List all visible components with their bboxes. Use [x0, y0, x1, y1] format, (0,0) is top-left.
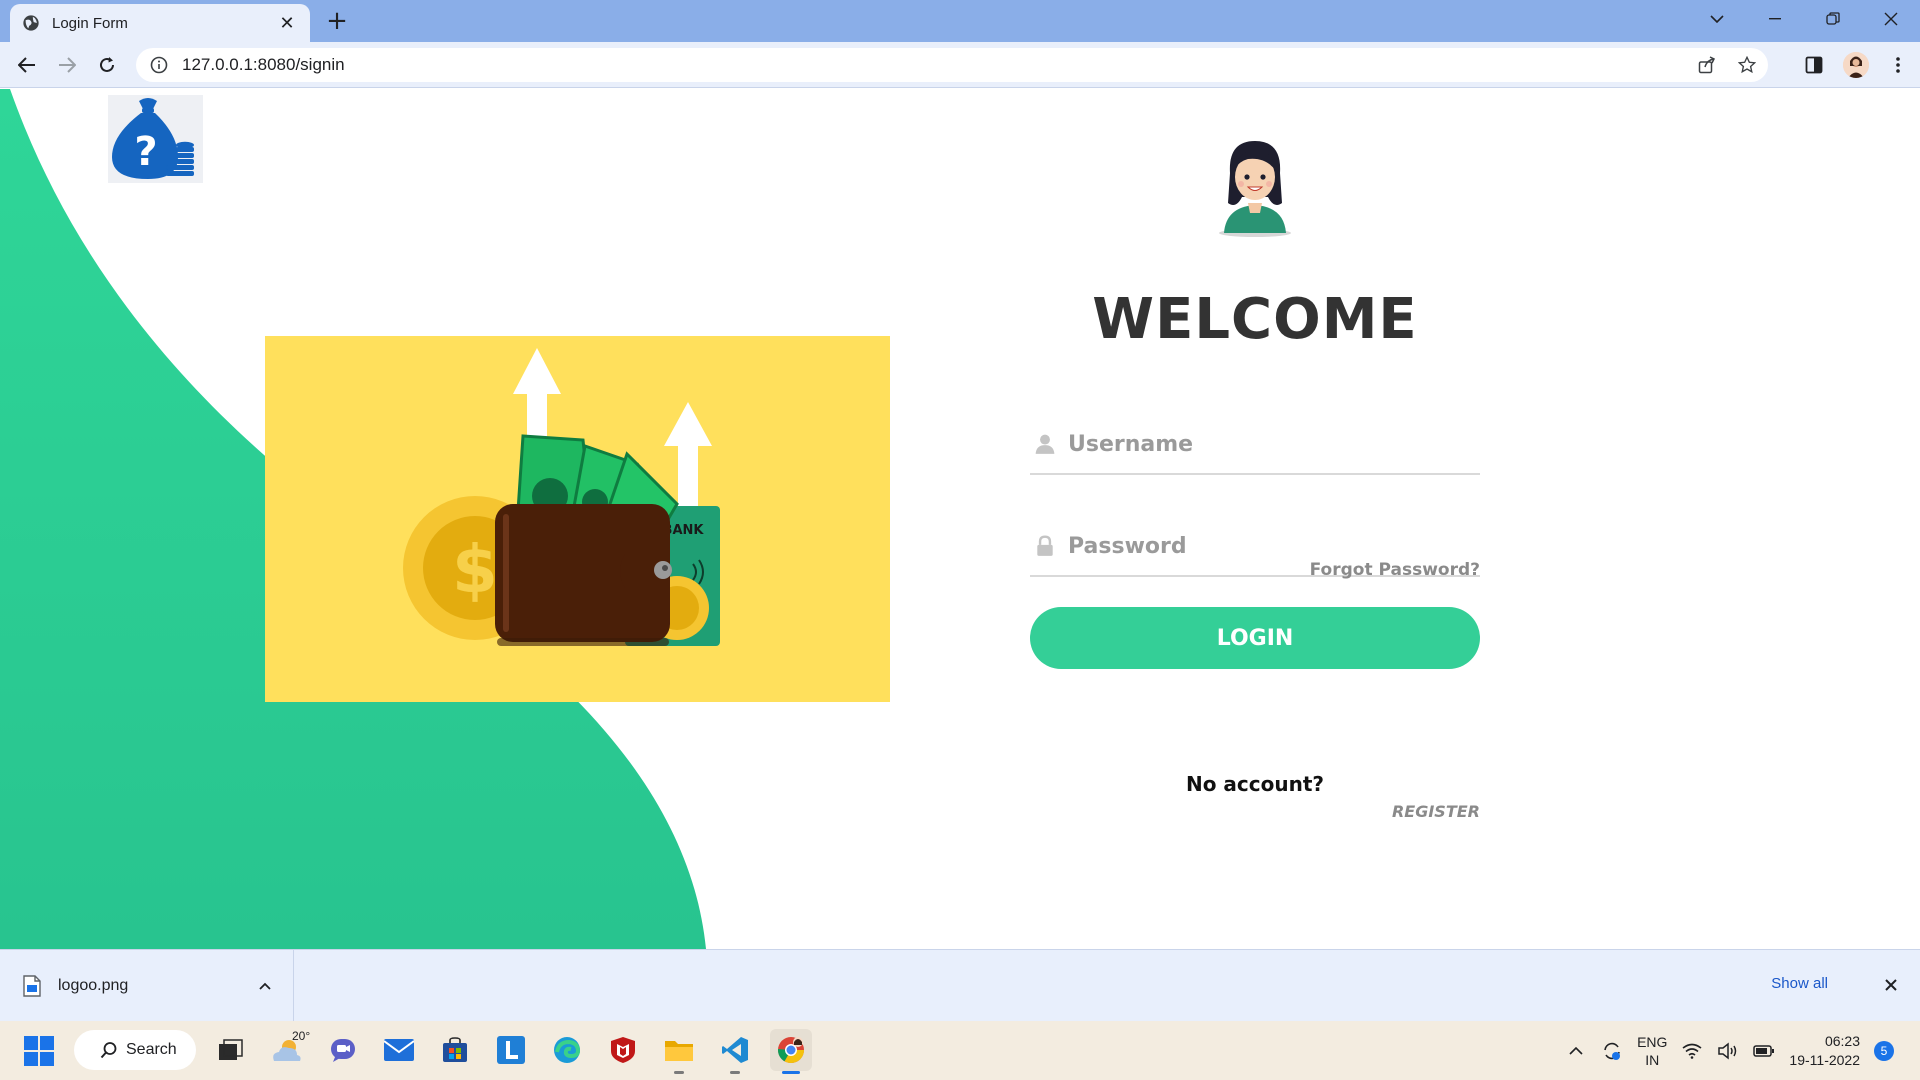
- microsoft-store-icon[interactable]: [434, 1029, 476, 1071]
- download-file-name: logoo.png: [58, 977, 129, 994]
- lens-app-icon[interactable]: [490, 1029, 532, 1071]
- profile-avatar[interactable]: [1842, 50, 1870, 80]
- password-input[interactable]: [1068, 533, 1448, 559]
- register-link[interactable]: REGISTER: [1392, 802, 1480, 821]
- back-arrow-icon: [18, 57, 35, 73]
- window-controls: [1688, 0, 1920, 38]
- mail-icon[interactable]: [378, 1029, 420, 1071]
- system-tray: ENG IN 06:23 19-11-2022 5: [1565, 1021, 1894, 1080]
- notification-badge[interactable]: 5: [1874, 1040, 1894, 1061]
- taskbar-apps: 20°: [210, 1029, 812, 1074]
- site-logo[interactable]: ?: [108, 95, 203, 183]
- windows-start-icon[interactable]: [24, 1036, 54, 1066]
- bookmark-star-icon[interactable]: [1736, 54, 1758, 76]
- restore-button[interactable]: [1804, 0, 1862, 38]
- no-account-text: No account?: [1185, 772, 1325, 796]
- weather-widget-icon[interactable]: 20°: [266, 1029, 311, 1071]
- chevron-up-icon[interactable]: [253, 974, 277, 998]
- search-label: Search: [126, 1041, 177, 1058]
- region-code: IN: [1645, 1051, 1660, 1068]
- new-tab-button[interactable]: +: [322, 6, 352, 36]
- svg-text:?: ?: [134, 129, 157, 175]
- forward-button[interactable]: [52, 50, 82, 80]
- username-field[interactable]: [1030, 415, 1480, 475]
- page-viewport: ? $ BANK WELCOME Username Forgot Passwor…: [0, 89, 1920, 949]
- volume-icon[interactable]: [1717, 1040, 1739, 1062]
- task-view-icon[interactable]: [210, 1029, 252, 1071]
- reload-icon: [100, 57, 114, 72]
- money-bag-logo-icon: ?: [112, 98, 194, 179]
- reload-button[interactable]: [92, 50, 122, 80]
- browser-toolbar: 127.0.0.1:8080/signin: [0, 42, 1920, 88]
- clock[interactable]: 06:23 19-11-2022: [1789, 1032, 1860, 1070]
- tab-search-chevron-icon[interactable]: [1688, 0, 1746, 38]
- tab-title: Login Form: [52, 14, 128, 32]
- teams-chat-icon[interactable]: [322, 1029, 364, 1071]
- weather-temperature: 20°: [292, 1029, 311, 1043]
- wallet-illustration: $ BANK: [265, 336, 890, 702]
- wallet-money-illustration: $ BANK: [403, 348, 720, 646]
- running-indicator: [782, 1071, 800, 1074]
- browser-tab[interactable]: Login Form ✕: [10, 4, 310, 42]
- clock-time: 06:23: [1824, 1032, 1860, 1049]
- input-language-indicator[interactable]: ENG IN: [1637, 1033, 1667, 1069]
- vscode-icon[interactable]: [714, 1029, 756, 1074]
- username-input[interactable]: [1068, 431, 1448, 457]
- login-form: WELCOME Forgot Password? LOGIN No accoun…: [1030, 89, 1480, 949]
- battery-icon[interactable]: [1753, 1040, 1775, 1062]
- site-info-icon[interactable]: [150, 56, 168, 74]
- show-all-downloads-link[interactable]: Show all: [1771, 975, 1828, 992]
- browser-tab-strip: Login Form ✕ +: [0, 0, 1920, 42]
- globe-icon: [23, 15, 39, 31]
- svg-text:$: $: [452, 531, 498, 608]
- share-icon[interactable]: [1696, 54, 1718, 76]
- close-download-bar-icon[interactable]: [1878, 972, 1904, 998]
- browser-menu-icon[interactable]: [1884, 50, 1912, 80]
- image-file-icon: [23, 975, 41, 997]
- windows-taskbar: Search 20° ENG IN 06:23 19-11-2022 5: [0, 1021, 1920, 1080]
- back-button[interactable]: [12, 50, 42, 80]
- user-avatar-illustration: [1219, 141, 1291, 237]
- chrome-icon[interactable]: [770, 1029, 812, 1074]
- clock-date: 19-11-2022: [1789, 1051, 1860, 1068]
- lock-icon: [1037, 535, 1053, 556]
- url-text: 127.0.0.1:8080/signin: [182, 55, 345, 74]
- language-code: ENG: [1637, 1033, 1668, 1050]
- file-explorer-icon[interactable]: [658, 1029, 700, 1074]
- search-icon: [100, 1042, 117, 1059]
- show-hidden-icons-chevron-icon[interactable]: [1565, 1040, 1587, 1062]
- wifi-icon[interactable]: [1681, 1040, 1703, 1062]
- download-item[interactable]: logoo.png: [22, 950, 294, 1022]
- running-indicator: [730, 1071, 740, 1074]
- user-icon: [1035, 434, 1055, 454]
- edge-browser-icon[interactable]: [546, 1029, 588, 1071]
- welcome-heading: WELCOME: [1092, 287, 1418, 352]
- login-button[interactable]: LOGIN: [1030, 607, 1480, 669]
- address-bar[interactable]: 127.0.0.1:8080/signin: [136, 48, 1768, 82]
- sync-status-icon[interactable]: [1601, 1040, 1623, 1062]
- forward-arrow-icon: [59, 57, 76, 73]
- mcafee-icon[interactable]: [602, 1029, 644, 1071]
- side-panel-icon[interactable]: [1800, 50, 1828, 80]
- forgot-password-link[interactable]: Forgot Password?: [1310, 560, 1480, 580]
- running-indicator: [674, 1071, 684, 1074]
- minimize-button[interactable]: [1746, 0, 1804, 38]
- taskbar-search-box[interactable]: Search: [74, 1030, 196, 1070]
- download-shelf: logoo.png Show all: [0, 949, 1920, 1022]
- close-window-button[interactable]: [1862, 0, 1920, 38]
- tab-close-icon[interactable]: ✕: [276, 13, 298, 34]
